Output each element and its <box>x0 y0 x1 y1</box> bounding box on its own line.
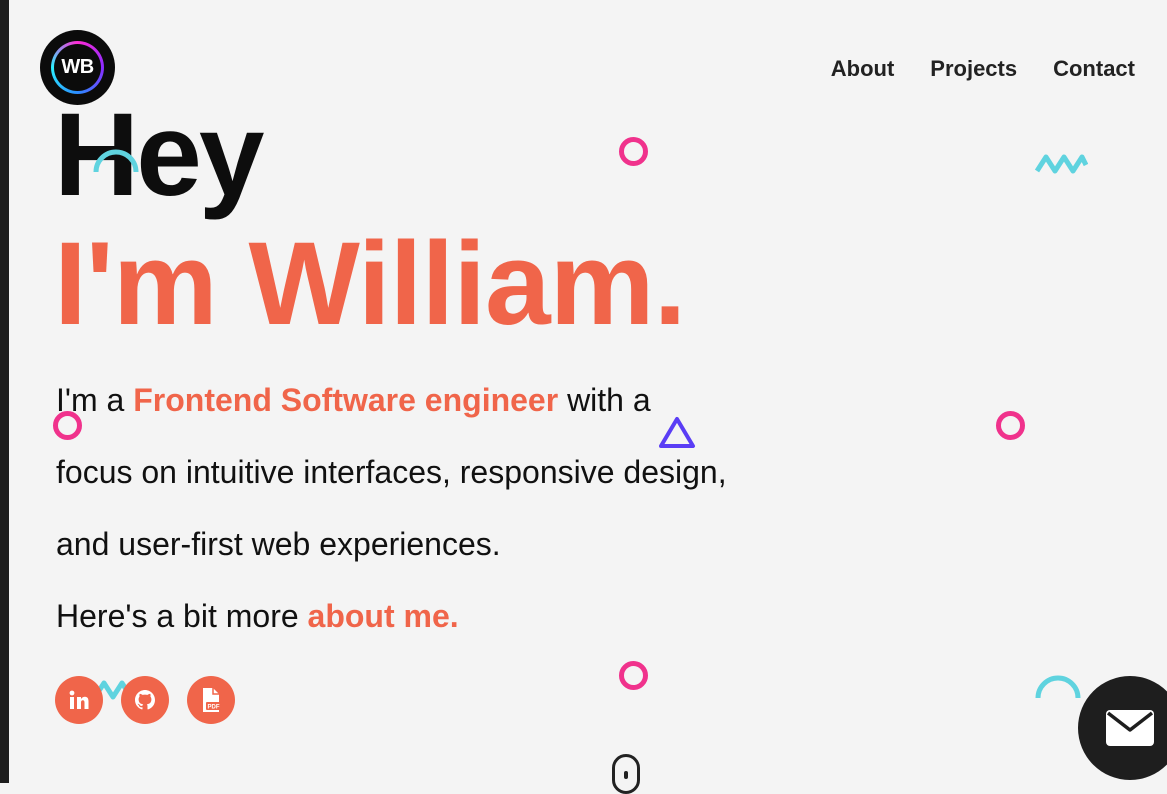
nav-about[interactable]: About <box>831 56 895 82</box>
hero-intro: I'm a Frontend Software engineer with a … <box>56 364 736 652</box>
logo-text: WB <box>61 56 94 78</box>
cyan-arc-decoration <box>1035 675 1081 699</box>
pink-circle-decoration <box>619 661 648 690</box>
mail-icon <box>1106 710 1154 746</box>
github-icon <box>135 690 155 710</box>
resume-pdf-button[interactable]: PDF <box>187 676 235 724</box>
pink-circle-decoration <box>996 411 1025 440</box>
contact-mail-button[interactable] <box>1078 676 1167 780</box>
cyan-arc-decoration <box>93 149 139 173</box>
nav-projects[interactable]: Projects <box>930 56 1017 82</box>
pink-circle-decoration <box>619 137 648 166</box>
social-links: PDF <box>55 676 235 724</box>
pdf-label: PDF <box>208 705 220 711</box>
intro-role: Frontend Software engineer <box>133 382 559 418</box>
linkedin-icon <box>69 690 89 709</box>
linkedin-button[interactable] <box>55 676 103 724</box>
scroll-wheel-dot <box>624 771 628 779</box>
about-me-link[interactable]: about me. <box>308 598 459 634</box>
intro-more-prefix: Here's a bit more <box>56 598 308 634</box>
pdf-resume-icon: PDF <box>203 688 221 712</box>
hero-name: I'm William. <box>54 218 686 350</box>
purple-triangle-decoration <box>659 417 695 448</box>
pink-circle-decoration <box>53 411 82 440</box>
left-edge-bar <box>0 0 9 783</box>
main-nav: About Projects Contact <box>831 56 1135 82</box>
nav-contact[interactable]: Contact <box>1053 56 1135 82</box>
hero-greeting: Hey <box>54 89 264 221</box>
mouse-scroll-icon[interactable] <box>612 754 640 794</box>
github-button[interactable] <box>121 676 169 724</box>
cyan-zigzag-decoration <box>1034 154 1088 174</box>
